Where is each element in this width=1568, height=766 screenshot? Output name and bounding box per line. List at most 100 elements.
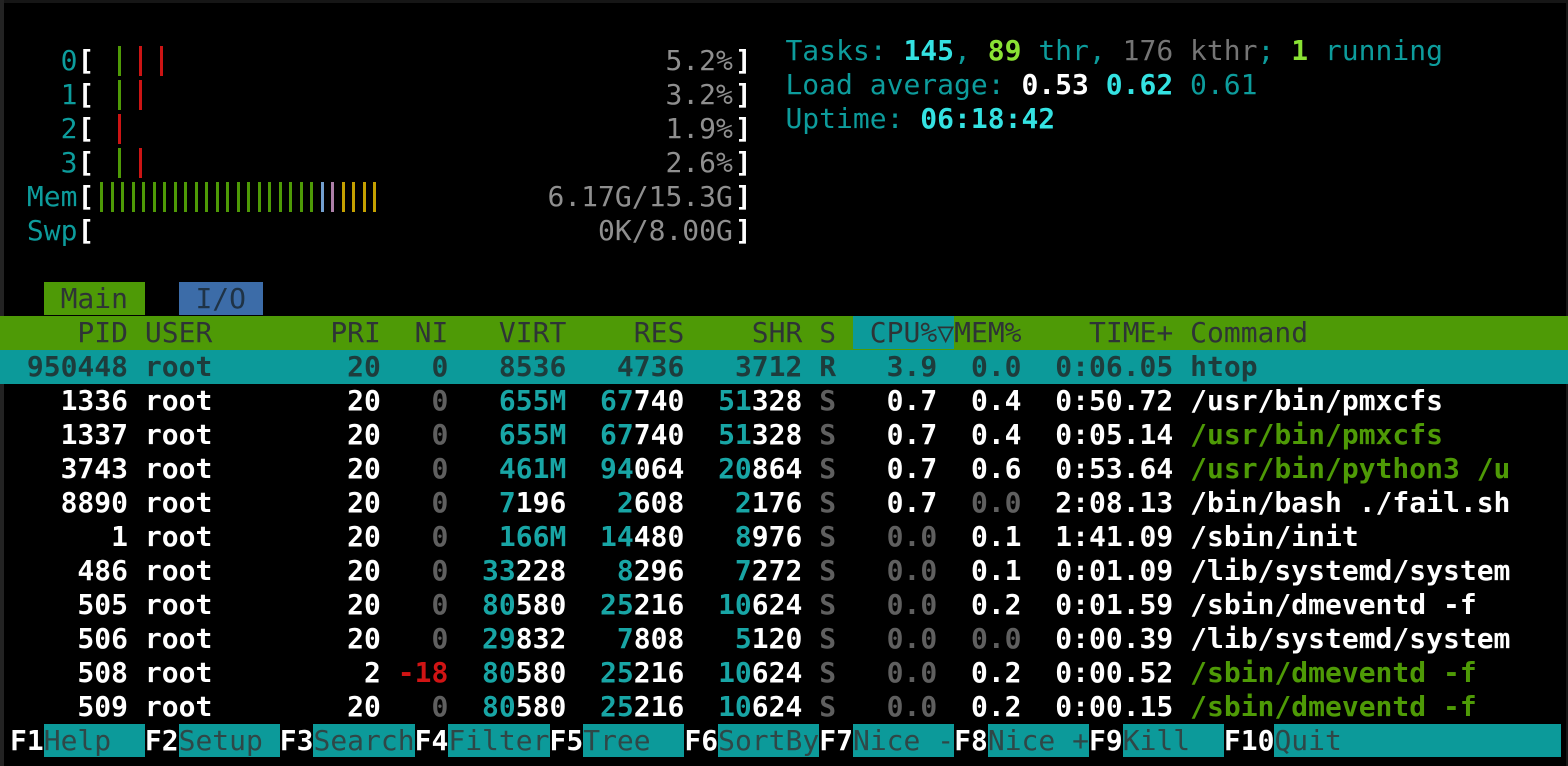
cell-gap xyxy=(381,520,398,553)
process-row-8890[interactable]: 8890 root 20 0 7196 2608 2176 S 0.7 0.0 … xyxy=(0,486,1568,520)
cell-res-lo: 216 xyxy=(634,588,685,621)
fkey-number: F10 xyxy=(1224,724,1275,757)
cell-user: root xyxy=(145,690,314,723)
cell-command: /usr/bin/python3 /u xyxy=(1190,452,1510,485)
fkey-tree[interactable]: F5Tree xyxy=(550,724,685,757)
process-row-505[interactable]: 505 root 20 0 80580 25216 10624 S 0.0 0.… xyxy=(0,588,1568,622)
column-header-virt[interactable]: VIRT xyxy=(465,316,566,349)
cell-res-hi: 67 xyxy=(583,384,634,417)
cell-gap xyxy=(1022,622,1039,655)
cell-mem: 0.2 xyxy=(954,588,1021,621)
cell-gap xyxy=(448,452,465,485)
cell-gap xyxy=(128,486,145,519)
fkey-help[interactable]: F1Help xyxy=(10,724,145,757)
cell-pid: 508 xyxy=(10,656,128,689)
green-meter-bar xyxy=(100,182,103,212)
fkey-filter[interactable]: F4Filter xyxy=(415,724,550,757)
process-row-506[interactable]: 506 root 20 0 29832 7808 5120 S 0.0 0.0 … xyxy=(0,622,1568,656)
cell-cpu: 0.7 xyxy=(853,384,937,417)
cell-gap xyxy=(128,588,145,621)
column-header-time[interactable]: TIME+ xyxy=(1038,316,1173,349)
cell-gap xyxy=(836,656,853,689)
fkey-kill[interactable]: F9Kill xyxy=(1089,724,1224,757)
cell-shr-hi: 7 xyxy=(701,554,752,587)
fkey-number: F7 xyxy=(819,724,853,757)
process-row-950448[interactable]: 950448 root 20 0 8536 4736 3712 R 3.9 0.… xyxy=(0,350,1568,384)
fkey-quit[interactable]: F10Quit xyxy=(1224,724,1561,757)
column-header-cmd[interactable]: Command xyxy=(1190,316,1308,349)
meter-bracket-close: ] xyxy=(735,78,752,111)
meter-bar-area: 5.2% xyxy=(94,44,735,78)
red-meter-bar xyxy=(139,80,142,110)
cell-pid: 950448 xyxy=(10,350,128,383)
cell-gap xyxy=(684,452,701,485)
process-row-1336[interactable]: 1336 root 20 0 655M 67740 51328 S 0.7 0.… xyxy=(0,384,1568,418)
cell-pri: 20 xyxy=(330,486,381,519)
cell-command: /bin/bash ./fail.sh xyxy=(1190,486,1510,519)
process-row-509[interactable]: 509 root 20 0 80580 25216 10624 S 0.0 0.… xyxy=(0,690,1568,724)
function-key-bar: F1Help F2Setup F3SearchF4FilterF5Tree F6… xyxy=(0,724,1568,758)
cell-pri: 2 xyxy=(330,656,381,689)
cell-gap xyxy=(566,418,583,451)
cell-gap xyxy=(937,486,954,519)
fkey-search[interactable]: F3Search xyxy=(280,724,415,757)
cell-shr-hi: 20 xyxy=(701,452,752,485)
process-row-1[interactable]: 1 root 20 0 166M 14480 8976 S 0.0 0.1 1:… xyxy=(0,520,1568,554)
process-row-3743[interactable]: 3743 root 20 0 461M 94064 20864 S 0.7 0.… xyxy=(0,452,1568,486)
cell-gap xyxy=(937,622,954,655)
cell-user: root xyxy=(145,452,314,485)
cell-gap xyxy=(684,656,701,689)
process-row-1337[interactable]: 1337 root 20 0 655M 67740 51328 S 0.7 0.… xyxy=(0,418,1568,452)
swap-meter: Swp[0K/8.00G] xyxy=(0,214,1568,248)
column-header-res[interactable]: RES xyxy=(583,316,684,349)
yellow-meter-bar xyxy=(352,182,355,212)
tasks-summary-segment: thr xyxy=(1021,34,1088,67)
fkey-setup[interactable]: F2Setup xyxy=(145,724,280,757)
cell-pri: 20 xyxy=(330,418,381,451)
cell-virt-lo: 832 xyxy=(516,622,567,655)
fkey-nice[interactable]: F8Nice + xyxy=(954,724,1089,757)
cell-gap xyxy=(448,554,465,587)
cell-shr-hi: 51 xyxy=(701,384,752,417)
column-header-shr[interactable]: SHR xyxy=(701,316,802,349)
column-header-mem[interactable]: MEM% xyxy=(954,316,1021,349)
cell-gap xyxy=(937,588,954,621)
cell-time: 0:00.52 xyxy=(1038,656,1173,689)
cell-pri: 20 xyxy=(330,384,381,417)
cell-virt-lo: 580 xyxy=(516,656,567,689)
fkey-sortby[interactable]: F6SortBy xyxy=(684,724,819,757)
cell-gap xyxy=(566,520,583,553)
column-header-pid[interactable]: PID xyxy=(10,316,128,349)
column-header-pri[interactable]: PRI xyxy=(330,316,381,349)
column-header-s[interactable]: S xyxy=(819,316,836,349)
fkey-action-label: Help xyxy=(44,724,145,757)
cell-res-lo: 740 xyxy=(634,384,685,417)
cell-state: S xyxy=(819,554,836,587)
cell-time: 0:01.09 xyxy=(1038,554,1173,587)
column-header-user[interactable]: USER xyxy=(145,316,314,349)
cell-gap xyxy=(1022,554,1039,587)
load-average-segment: 0.62 xyxy=(1106,68,1190,101)
cell-gap xyxy=(313,588,330,621)
process-row-486[interactable]: 486 root 20 0 33228 8296 7272 S 0.0 0.1 … xyxy=(0,554,1568,588)
cell-gap xyxy=(1173,520,1190,553)
cell-gap xyxy=(381,452,398,485)
fkey-nice[interactable]: F7Nice - xyxy=(819,724,954,757)
cell-gap xyxy=(684,622,701,655)
column-header-ni[interactable]: NI xyxy=(398,316,449,349)
green-meter-bar xyxy=(195,182,198,212)
cell-virt-hi: 655M xyxy=(465,418,566,451)
header-gap xyxy=(684,316,701,349)
tab-io[interactable]: I/O xyxy=(179,282,263,315)
cell-state: S xyxy=(819,690,836,723)
process-row-508[interactable]: 508 root 2 -18 80580 25216 10624 S 0.0 0… xyxy=(0,656,1568,690)
cell-state: S xyxy=(819,486,836,519)
cell-gap xyxy=(802,486,819,519)
cell-res-hi: 25 xyxy=(583,588,634,621)
meter-label: 2 xyxy=(10,112,77,145)
tab-main[interactable]: Main xyxy=(44,282,145,315)
tab-spacer xyxy=(10,282,44,315)
cell-gap xyxy=(313,690,330,723)
column-header-cpu[interactable]: CPU%▽ xyxy=(853,316,954,349)
cell-gap xyxy=(128,554,145,587)
